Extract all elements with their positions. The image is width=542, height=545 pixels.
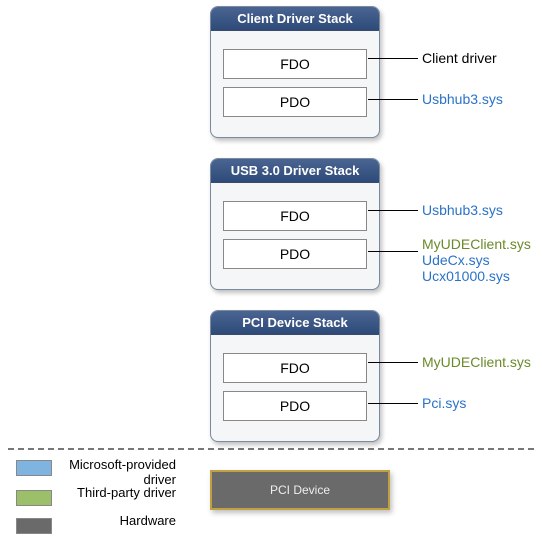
- client-driver-stack: Client Driver Stack FDO PDO: [210, 6, 380, 138]
- connector-line: [368, 403, 418, 404]
- stack-header: Client Driver Stack: [211, 7, 379, 31]
- stack-body: FDO PDO: [211, 183, 379, 289]
- pci-device-label: PCI Device: [270, 483, 330, 497]
- connector-line: [368, 251, 418, 252]
- legend-swatch-ms: [16, 460, 52, 476]
- legend-swatch-hw: [16, 518, 52, 534]
- connector-line: [368, 210, 418, 211]
- pdo-box: PDO: [223, 391, 367, 421]
- pci-device-stack: PCI Device Stack FDO PDO: [210, 310, 380, 442]
- stack-body: FDO PDO: [211, 31, 379, 137]
- pci-device-box: PCI Device: [210, 470, 390, 510]
- stack-header: PCI Device Stack: [211, 311, 379, 335]
- driver-label: Client driver: [422, 50, 497, 66]
- driver-label: MyUDEClient.sys: [422, 354, 531, 370]
- driver-label: Pci.sys: [422, 395, 466, 411]
- usb-driver-stack: USB 3.0 Driver Stack FDO PDO: [210, 158, 380, 290]
- pdo-box: PDO: [223, 87, 367, 117]
- fdo-box: FDO: [223, 353, 367, 383]
- driver-label: Usbhub3.sys: [422, 91, 503, 107]
- pdo-box: PDO: [223, 239, 367, 269]
- fdo-box: FDO: [223, 49, 367, 79]
- legend-label-ms: Microsoft-provided driver: [56, 458, 176, 488]
- divider-line: [8, 448, 534, 450]
- legend-label-hw: Hardware: [56, 514, 176, 529]
- fdo-box: FDO: [223, 201, 367, 231]
- driver-label: Ucx01000.sys: [422, 268, 510, 284]
- connector-line: [368, 362, 418, 363]
- stack-body: FDO PDO: [211, 335, 379, 441]
- connector-line: [368, 99, 418, 100]
- driver-label: UdeCx.sys: [422, 252, 490, 268]
- driver-label: MyUDEClient.sys: [422, 236, 531, 252]
- stack-header: USB 3.0 Driver Stack: [211, 159, 379, 183]
- legend-swatch-tp: [16, 490, 52, 506]
- legend-label-tp: Third-party driver: [56, 486, 176, 501]
- connector-line: [368, 58, 418, 59]
- driver-label: Usbhub3.sys: [422, 202, 503, 218]
